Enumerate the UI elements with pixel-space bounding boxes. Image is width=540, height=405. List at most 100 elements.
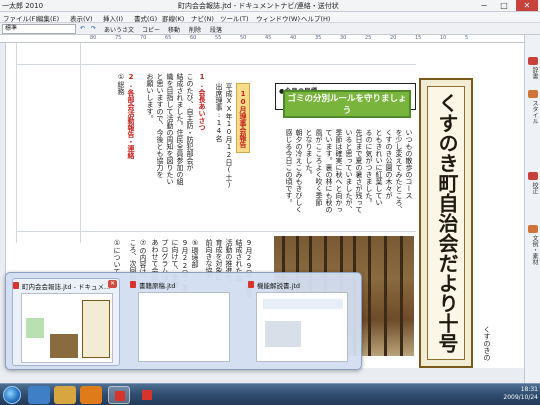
dictionary-icon[interactable] xyxy=(528,57,538,65)
ie-icon[interactable] xyxy=(28,386,50,404)
close-button[interactable]: ✕ xyxy=(516,0,538,11)
thumbnail-kinou[interactable]: 機能解説書.jtd xyxy=(248,278,356,366)
start-button[interactable] xyxy=(3,386,21,404)
essay-line: 季節は確実に秋へと向かっ xyxy=(335,129,343,213)
right-task-pane: 辞書 スタイル 校正 文例・素材 xyxy=(524,35,540,383)
goal-headline-box: ゴミの分別ルールを守りましょう xyxy=(283,90,411,118)
masthead-title: くすのき町自治会だより十号 xyxy=(435,93,459,353)
section1-line: 織を目指して活動の周知を図りたい xyxy=(166,73,174,185)
proofread-icon[interactable] xyxy=(528,172,538,180)
thumbnail-kaiho[interactable]: 町内会会報誌.jtd - ドキュメ... ✕ xyxy=(12,278,120,366)
tab-style[interactable]: スタイル xyxy=(527,100,539,124)
ruler-tick: 25 xyxy=(365,35,372,41)
tab-samples[interactable]: 文例・素材 xyxy=(527,235,539,265)
paragraph-button[interactable]: 段落 xyxy=(210,25,222,34)
thumbnail-shoseki[interactable]: 書籍原稿.jtd xyxy=(130,278,238,366)
minimize-button[interactable]: − xyxy=(475,0,493,11)
side-label: くすのきの xyxy=(483,326,491,361)
undo-icon[interactable]: ↶ xyxy=(80,25,85,32)
thumbnail-close-button[interactable]: ✕ xyxy=(108,280,117,288)
toolbar-text-button[interactable]: あいうさ文 xyxy=(104,25,134,34)
toolbar: 標準 ↶ ↷ あいうさ文 コピー 移動 削除 段落 xyxy=(0,23,540,35)
thumbnail-label: 機能解説書.jtd xyxy=(257,282,301,290)
guide-line xyxy=(16,64,416,65)
move-button[interactable]: 移動 xyxy=(168,25,180,34)
ruler-tick: 70 xyxy=(140,35,147,41)
title-bar: 一太郎 2010 町内会会報誌.jtd - ドキュメントナビ/連絡・送付状 − … xyxy=(0,0,540,12)
delete-button[interactable]: 削除 xyxy=(189,25,201,34)
tab-dictionary[interactable]: 辞書 xyxy=(527,67,539,79)
ruler-tick: 35 xyxy=(315,35,322,41)
ichitaro-taskbar-button[interactable] xyxy=(108,386,130,404)
ruler-tick: 80 xyxy=(90,35,97,41)
lower-column-line: ①について xyxy=(113,239,121,275)
thumbnail-preview xyxy=(138,292,230,362)
ichitaro-taskbar-button-2[interactable] xyxy=(136,386,158,404)
ruler-tick: 55 xyxy=(215,35,222,41)
essay-line: 先日まで夏の暑さが残って xyxy=(355,129,363,213)
clock-date: 2009/10/24 xyxy=(503,394,538,401)
essay-line: くすのき公園の木々が xyxy=(385,129,393,199)
thumbnail-preview xyxy=(256,292,348,362)
ichitaro-doc-icon xyxy=(13,282,19,289)
guide-line xyxy=(16,43,17,243)
thumbnail-label: 町内会会報誌.jtd - ドキュメ... xyxy=(22,283,111,291)
thumbnail-label: 書籍原稿.jtd xyxy=(139,282,176,290)
menu-help[interactable]: ヘルプ(H) xyxy=(301,13,330,23)
section2-subheading: ①総務 xyxy=(117,73,125,95)
copy-button[interactable]: コピー xyxy=(142,25,160,34)
style-select[interactable]: 標準 xyxy=(2,24,76,34)
masthead-inner-frame: くすのき町自治会だより十号 xyxy=(427,86,465,360)
section1-line: 結成されました。住民全員参加の組 xyxy=(176,73,184,185)
status-bar xyxy=(0,368,524,383)
meeting-attendees: 出席理事:14名 xyxy=(215,83,223,142)
explorer-icon[interactable] xyxy=(54,386,76,404)
menu-edit[interactable]: 編集(E) xyxy=(37,13,59,23)
taskbar-thumbnail-popup: 町内会会報誌.jtd - ドキュメ... ✕ 書籍原稿.jtd 機能解説書.jt… xyxy=(5,272,362,370)
lower-column-line: ⑤環境部 xyxy=(191,239,199,268)
essay-line: いつもの散歩のコース xyxy=(405,129,413,199)
clock-time: 18:31 xyxy=(520,386,538,393)
media-player-icon[interactable] xyxy=(80,386,102,404)
essay-line: 感じる今日この頃です。 xyxy=(285,129,293,206)
system-tray-clock[interactable]: 18:31 2009/10/24 xyxy=(494,386,538,404)
ruler-tick: 20 xyxy=(390,35,397,41)
ruler-tick: 15 xyxy=(415,35,422,41)
guide-line xyxy=(80,43,81,243)
essay-line: ともきれいに紅葉してい xyxy=(375,129,383,206)
ruler-tick: 40 xyxy=(290,35,297,41)
ruler-tick: 5 xyxy=(465,35,469,41)
ruler-tick: 75 xyxy=(115,35,122,41)
masthead-frame: くすのき町自治会だより十号 xyxy=(419,78,473,368)
section1-line: と思いますので、今後とも協力を xyxy=(156,73,164,178)
menu-view[interactable]: 表示(V) xyxy=(70,13,93,23)
essay-line: 朝夕の冷えこみもきびしく xyxy=(295,129,303,213)
menu-file[interactable]: ファイル(F) xyxy=(3,13,38,23)
menu-ruled-line[interactable]: 罫線(K) xyxy=(162,13,184,23)
menu-window[interactable]: ウィンドウ(W) xyxy=(256,13,300,23)
menu-format[interactable]: 書式(G) xyxy=(134,13,157,23)
maximize-button[interactable]: □ xyxy=(495,0,513,11)
section2-heading: 2.各部会活動報告・連絡 xyxy=(127,73,135,159)
ruler-tick: 45 xyxy=(265,35,272,41)
ruler-tick: 65 xyxy=(165,35,172,41)
meeting-report-badge: 10月理事会報告 xyxy=(236,83,250,153)
essay-line: るのに気がつきました。 xyxy=(365,129,373,206)
menu-tools[interactable]: ツール(T) xyxy=(220,13,249,23)
guide-line xyxy=(16,231,416,232)
windows-taskbar: 18:31 2009/10/24 xyxy=(0,383,540,405)
redo-icon[interactable]: ↷ xyxy=(91,25,96,32)
style-icon[interactable] xyxy=(528,90,538,98)
menu-insert[interactable]: 挿入(I) xyxy=(103,13,123,23)
menu-navi[interactable]: ナビ(N) xyxy=(191,13,214,23)
app-name: 一太郎 2010 xyxy=(2,2,44,10)
section1-line: お願いします。 xyxy=(146,73,154,122)
samples-icon[interactable] xyxy=(528,225,538,233)
ichitaro-doc-icon xyxy=(130,281,136,288)
ruler-tick: 50 xyxy=(240,35,247,41)
ruler-tick: 60 xyxy=(190,35,197,41)
meeting-date: 平成XX年10月12日(土) xyxy=(225,83,233,189)
tab-proofread[interactable]: 校正 xyxy=(527,182,539,194)
horizontal-ruler[interactable]: 80 75 70 65 60 55 50 45 40 35 30 25 20 1… xyxy=(0,35,524,43)
essay-line: となりました。 xyxy=(305,129,313,178)
